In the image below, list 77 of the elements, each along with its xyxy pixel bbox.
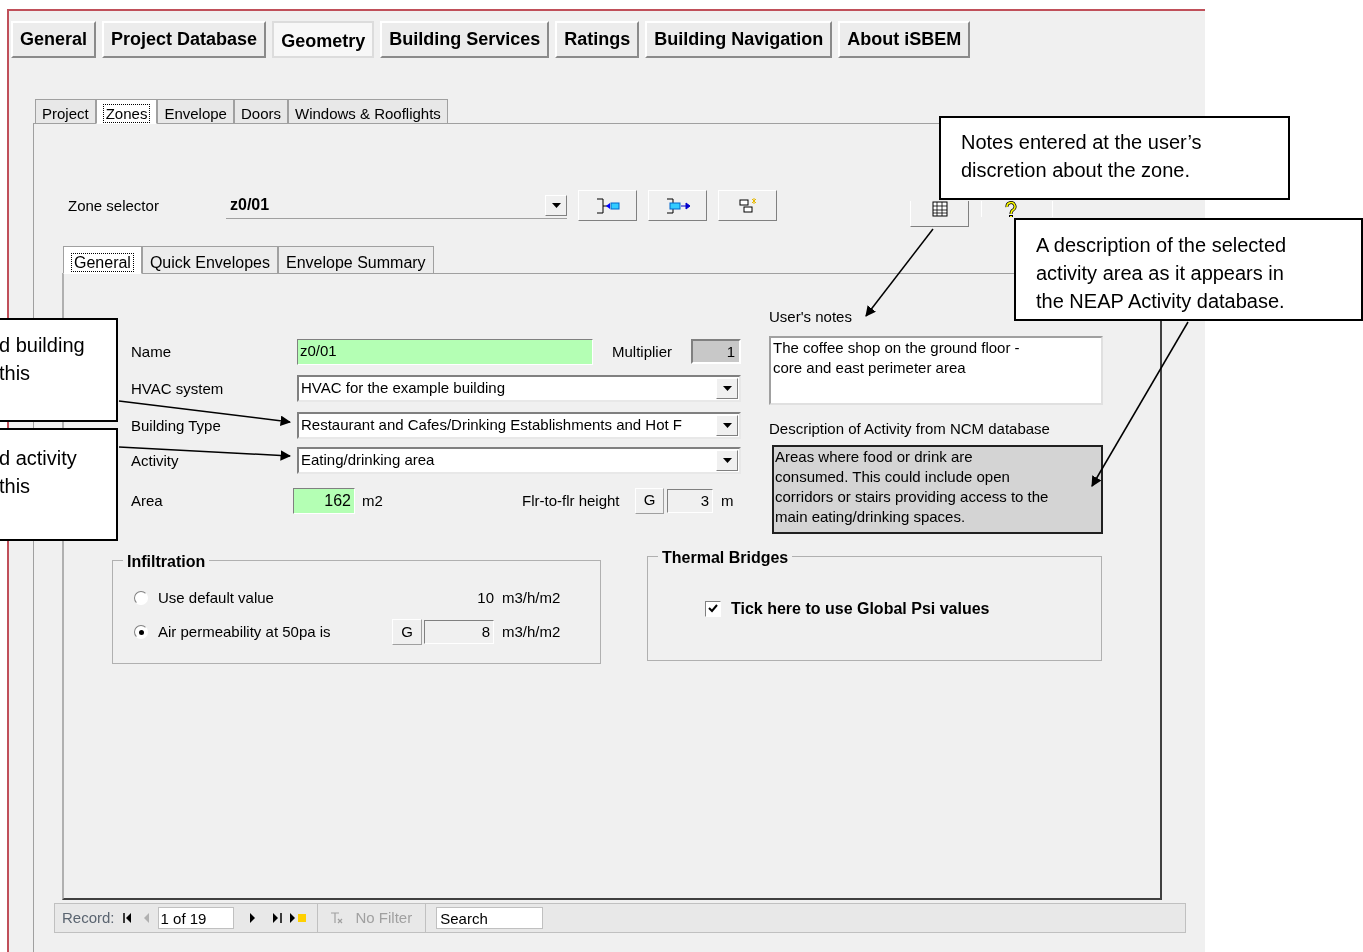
callout-box: A description of the selected activity area as it appears in the NEAP Activity database. — [1014, 218, 1363, 321]
name-field[interactable]: z0/01 — [297, 338, 593, 365]
next-record-icon[interactable] — [249, 913, 255, 923]
name-label: Name — [131, 342, 171, 360]
dropdown-button[interactable] — [716, 378, 738, 399]
record-position-field[interactable]: 1 of 19 — [157, 907, 234, 929]
source-field: G — [392, 619, 422, 645]
main-tab[interactable]: Building Navigation — [645, 21, 833, 58]
users-notes-label: User's notes — [769, 307, 853, 326]
record-label: Record: — [62, 907, 115, 928]
tab[interactable]: Envelope — [157, 99, 234, 124]
insert-right-icon — [664, 196, 691, 215]
multiplier-field[interactable]: 1 — [691, 339, 741, 364]
permeability-field[interactable]: 8 — [424, 620, 494, 644]
tab[interactable]: Envelope Summary — [278, 246, 434, 274]
zone-selector[interactable]: z0/01 — [226, 192, 567, 219]
users-notes-field[interactable]: The coffee shop on the ground floor - core and east perimeter area — [769, 336, 1103, 405]
building-type-label: Building Type — [131, 416, 221, 434]
new-record-icon[interactable] — [289, 912, 307, 924]
search-field[interactable]: Search — [436, 907, 544, 929]
main-tab[interactable]: Ratings — [555, 21, 640, 58]
main-tab[interactable]: About iSBEM — [838, 21, 971, 58]
radio-button[interactable] — [134, 591, 148, 605]
area-unit: m2 — [362, 491, 383, 509]
tab[interactable]: Quick Envelopes — [141, 246, 278, 274]
unit-label: m3/h/m2 — [502, 621, 561, 642]
table-button[interactable] — [910, 201, 969, 227]
main-tab[interactable]: General — [11, 21, 97, 58]
checkbox-label: Tick here to use Global Psi values — [731, 598, 990, 619]
insert-left-icon — [594, 196, 621, 215]
unit-label: m3/h/m2 — [502, 587, 561, 608]
new-zone-button[interactable] — [718, 190, 777, 221]
dropdown-button[interactable] — [716, 450, 738, 471]
area-field[interactable]: 162 — [293, 487, 355, 514]
dropdown-button[interactable] — [545, 194, 567, 216]
activity-description: Areas where food or drink are consumed. This could include open corridors or stairs providing access to the main eating/drinking spaces. — [772, 445, 1103, 534]
tab[interactable]: Zones — [95, 99, 158, 124]
floor-height-unit: m — [721, 491, 734, 509]
floor-height-field[interactable]: 3 — [667, 488, 713, 513]
help-icon — [1004, 201, 1018, 217]
dropdown-button[interactable] — [716, 415, 738, 436]
insert-right-button[interactable] — [648, 190, 707, 221]
tab[interactable]: Project — [35, 99, 96, 124]
tab[interactable]: General — [63, 246, 142, 274]
zone-selector-label: Zone selector — [68, 196, 159, 214]
hvac-dropdown[interactable]: HVAC for the example building — [297, 375, 741, 402]
default-value: 10 — [476, 587, 494, 608]
multiplier-label: Multiplier — [612, 342, 672, 360]
insert-left-button[interactable] — [578, 190, 637, 221]
floor-height-label: Flr-to-flr height — [522, 491, 620, 509]
callout-box: Notes entered at the user’s discretion about the zone. — [939, 116, 1290, 200]
radio-button[interactable] — [134, 625, 148, 639]
last-record-icon[interactable] — [272, 913, 282, 923]
building-type-dropdown[interactable]: Restaurant and Cafes/Drinking Establishments and Hot F — [297, 412, 741, 439]
hvac-label: HVAC system — [131, 379, 224, 397]
filter-icon — [329, 912, 344, 924]
source-field: G — [635, 487, 664, 514]
callout-box: d building this — [0, 318, 118, 422]
radio-label: Air permeability at 50pa is — [158, 621, 332, 642]
main-tab[interactable]: Geometry — [272, 21, 375, 58]
area-label: Area — [131, 491, 163, 509]
tab[interactable]: Windows & Rooflights — [287, 99, 448, 124]
description-label: Description of Activity from NCM database — [769, 419, 1051, 438]
activity-label: Activity — [131, 451, 179, 469]
new-block-icon — [736, 196, 759, 215]
checkbox[interactable] — [705, 600, 721, 617]
main-tab[interactable]: Building Services — [380, 21, 550, 58]
caret-icon — [551, 202, 561, 208]
callout-box: d activity this — [0, 428, 118, 541]
caret-icon — [722, 423, 732, 428]
activity-dropdown[interactable]: Eating/drinking area — [297, 447, 741, 474]
main-tab[interactable]: Project Database — [102, 21, 267, 58]
table-icon — [931, 201, 948, 217]
caret-icon — [722, 458, 732, 463]
caret-icon — [722, 386, 732, 391]
radio-label: Use default value — [158, 587, 275, 608]
first-record-icon[interactable] — [122, 913, 132, 923]
